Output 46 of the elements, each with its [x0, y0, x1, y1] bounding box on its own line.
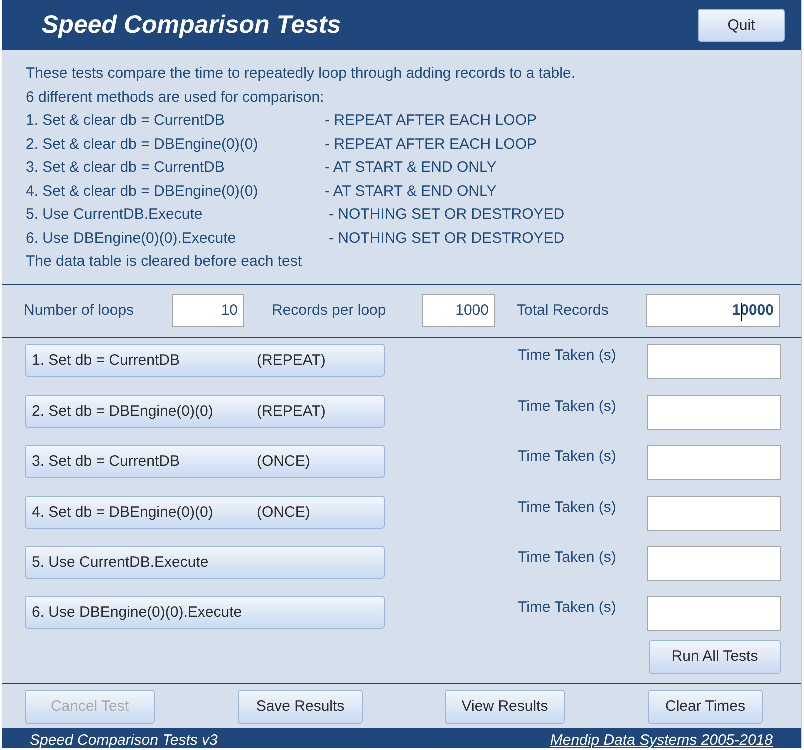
run-all-button[interactable]: Run All Tests	[649, 640, 781, 674]
test-button[interactable]: 5. Use CurrentDB.Execute	[25, 546, 385, 578]
method-note: - AT START & END ONLY	[325, 158, 497, 178]
method-text: 1. Set & clear db = CurrentDB	[26, 111, 226, 131]
time-label: Time Taken (s)	[518, 498, 618, 516]
intro-text: 6 different methods are used for comparison:	[26, 88, 326, 108]
parameter-label: Records per loop	[272, 302, 388, 319]
action-button[interactable]: Save Results	[238, 690, 363, 724]
version-text: Speed Comparison Tests v3	[30, 732, 218, 748]
parameter-field[interactable]: 10	[172, 294, 244, 327]
parameter-label: Total Records	[517, 302, 610, 319]
test-button[interactable]: 1. Set db = CurrentDB (REPEAT)	[25, 344, 385, 376]
time-field[interactable]	[647, 596, 781, 630]
time-field[interactable]	[647, 444, 781, 480]
method-note: - AT START & END ONLY	[325, 182, 497, 202]
company-link[interactable]: Mendip Data Systems 2005-2018	[550, 732, 773, 748]
intro-text: These tests compare the time to repeatedly loop through adding records to a table.	[26, 64, 576, 84]
test-button[interactable]: 4. Set db = DBEngine(0)(0) (ONCE)	[25, 496, 385, 528]
action-button[interactable]: View Results	[445, 690, 565, 724]
intro-text: The data table is cleared before each test	[26, 252, 304, 272]
action-button[interactable]: Clear Times	[648, 690, 763, 724]
method-text: 2. Set & clear db = DBEngine(0)(0)	[26, 134, 260, 154]
quit-button[interactable]: Quit	[698, 8, 785, 42]
test-button[interactable]: 2. Set db = DBEngine(0)(0) (REPEAT)	[25, 394, 385, 428]
test-button[interactable]: 6. Use DBEngine(0)(0).Execute	[25, 596, 385, 628]
time-label: Time Taken (s)	[518, 396, 618, 414]
parameter-label: Number of loops	[24, 302, 136, 319]
time-label: Time Taken (s)	[518, 446, 618, 464]
method-text: 5. Use CurrentDB.Execute	[26, 205, 204, 225]
time-field[interactable]	[647, 546, 781, 580]
method-text: 3. Set & clear db = CurrentDB	[26, 158, 226, 178]
time-field[interactable]	[647, 496, 781, 530]
method-note: - NOTHING SET OR DESTROYED	[329, 205, 565, 225]
method-text: 4. Set & clear db = DBEngine(0)(0)	[26, 182, 260, 202]
test-button[interactable]: 3. Set db = CurrentDB (ONCE)	[25, 444, 385, 478]
time-label: Time Taken (s)	[518, 548, 618, 566]
method-note: - REPEAT AFTER EACH LOOP	[325, 134, 537, 154]
method-note: - NOTHING SET OR DESTROYED	[329, 228, 565, 248]
time-field[interactable]	[647, 344, 781, 378]
form-title: Speed Comparison Tests	[42, 10, 342, 40]
time-label: Time Taken (s)	[518, 346, 618, 364]
time-label: Time Taken (s)	[518, 598, 618, 616]
method-note: - REPEAT AFTER EACH LOOP	[325, 111, 537, 131]
time-field[interactable]	[647, 394, 781, 430]
method-text: 6. Use DBEngine(0)(0).Execute	[26, 228, 238, 248]
parameter-field[interactable]: 1000	[422, 294, 495, 327]
